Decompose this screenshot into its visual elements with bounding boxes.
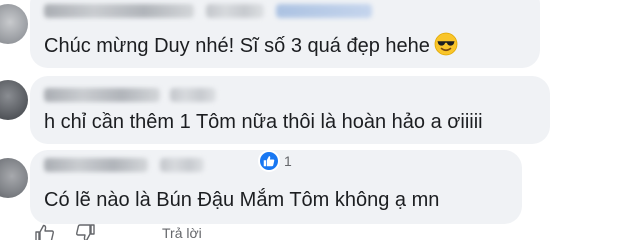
comment-text: h chỉ cần thêm 1 Tôm nữa thôi là hoàn hả… (44, 111, 483, 133)
comment-bubble: h chỉ cần thêm 1 Tôm nữa thôi là hoàn hả… (30, 76, 550, 144)
like-reaction-icon (258, 150, 280, 172)
blurred-commenter-name (44, 4, 194, 18)
blurred-comment-meta (170, 88, 216, 102)
reaction-count: 1 (284, 153, 292, 169)
blurred-comment-link (276, 4, 372, 18)
commenter-avatar[interactable] (0, 80, 28, 120)
blurred-commenter-name (44, 158, 148, 172)
comment-bubble: Chúc mừng Duy nhé! Sĩ số 3 quá đẹp hehe (30, 0, 540, 68)
blurred-comment-meta (206, 4, 264, 18)
comment-text: Có lẽ nào là Bún Đậu Mắm Tôm không ạ mn (44, 189, 440, 211)
like-icon[interactable] (34, 224, 56, 240)
commenter-avatar[interactable] (0, 158, 28, 198)
commenter-avatar[interactable] (0, 4, 28, 44)
sunglasses-emoji-icon (434, 32, 458, 62)
reply-link[interactable]: Trả lời (162, 225, 202, 240)
comment-text: Chúc mừng Duy nhé! Sĩ số 3 quá đẹp hehe (44, 32, 458, 62)
dislike-icon[interactable] (74, 224, 96, 240)
comment-action-bar: Trả lời (34, 224, 202, 240)
blurred-commenter-name (44, 88, 160, 102)
blurred-comment-meta (160, 158, 204, 172)
reaction-summary[interactable]: 1 (258, 150, 292, 172)
comment-thread: Chúc mừng Duy nhé! Sĩ số 3 quá đẹp hehe … (0, 0, 640, 240)
